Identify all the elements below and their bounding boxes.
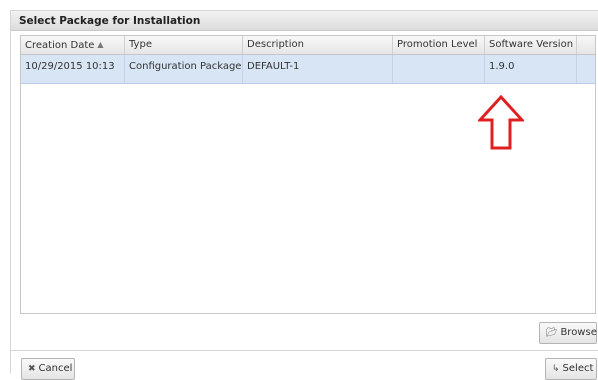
dialog-title-bar: Select Package for Installation [11, 11, 598, 31]
cancel-button[interactable]: ✖︎ Cancel [21, 358, 75, 380]
close-x-icon: ✖︎ [28, 364, 36, 374]
column-header-software-version[interactable]: Software Version [485, 36, 577, 54]
table-row[interactable]: 10/29/2015 10:13 Configuration Package D… [21, 55, 595, 84]
browse-button[interactable]: 📂︎ Browse [539, 322, 597, 344]
folder-open-icon: 📂︎ [546, 328, 558, 338]
select-button[interactable]: ↳︎ Select [545, 358, 597, 380]
column-header-creation-date[interactable]: Creation Date ▲︎ [21, 36, 125, 54]
footer-divider [11, 350, 598, 351]
cell-creation-date: 10/29/2015 10:13 [21, 55, 125, 83]
select-button-label: Select [562, 363, 594, 374]
select-package-dialog: Select Package for Installation Creation… [10, 10, 598, 380]
column-header-label: Promotion Level [397, 39, 478, 50]
up-arrow-outline-icon [478, 95, 524, 150]
sort-icon: ▲︎ [97, 40, 104, 49]
return-arrow-icon: ↳︎ [552, 364, 560, 374]
grid-header: Creation Date ▲︎ Type Description Promoti… [21, 36, 595, 55]
cell-software-version: 1.9.0 [485, 55, 577, 83]
dialog-title: Select Package for Installation [19, 15, 201, 27]
package-grid: Creation Date ▲︎ Type Description Promoti… [20, 35, 596, 314]
column-header-description[interactable]: Description [243, 36, 393, 54]
cell-promotion-level [393, 55, 485, 83]
cancel-button-label: Cancel [38, 363, 73, 374]
cell-spacer [577, 55, 595, 83]
browse-button-label: Browse [560, 327, 597, 338]
column-header-label: Software Version [489, 39, 574, 50]
cell-description: DEFAULT-1 [243, 55, 393, 83]
column-header-spacer [577, 36, 595, 54]
column-header-label: Type [129, 39, 152, 50]
column-header-label: Description [247, 39, 304, 50]
column-header-promotion-level[interactable]: Promotion Level [393, 36, 485, 54]
cell-type: Configuration Package [125, 55, 243, 83]
column-header-type[interactable]: Type [125, 36, 243, 54]
column-header-label: Creation Date [25, 40, 95, 51]
